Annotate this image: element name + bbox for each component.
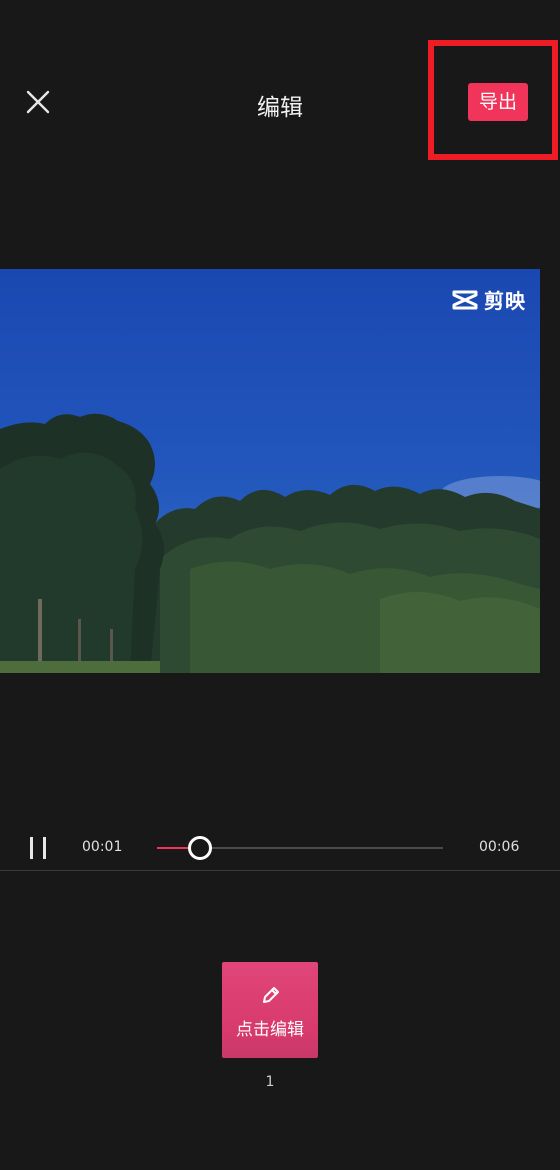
close-icon: [26, 90, 50, 114]
playback-controls: 00:01 00:06: [0, 825, 540, 871]
clip-edit-label: 点击编辑: [236, 1020, 304, 1040]
capcut-logo-icon: [452, 290, 478, 309]
pencil-icon: [263, 987, 279, 1003]
export-button[interactable]: 导出: [468, 83, 528, 121]
pause-icon: [30, 837, 33, 859]
video-preview[interactable]: 剪映: [0, 269, 540, 673]
divider: [0, 870, 560, 871]
video-frame: [0, 269, 540, 673]
clip-index: 1: [265, 1074, 275, 1090]
pause-button[interactable]: [26, 835, 50, 861]
total-time: 00:06: [479, 839, 520, 855]
clip-edit-button[interactable]: 点击编辑: [222, 962, 318, 1058]
current-time: 00:01: [82, 839, 123, 855]
progress-thumb[interactable]: [187, 836, 212, 860]
watermark-text: 剪映: [484, 289, 526, 313]
top-bar: 编辑 导出: [0, 0, 560, 200]
pause-icon-bar: [43, 837, 46, 859]
close-button[interactable]: [22, 86, 54, 118]
watermark: 剪映: [452, 285, 526, 314]
